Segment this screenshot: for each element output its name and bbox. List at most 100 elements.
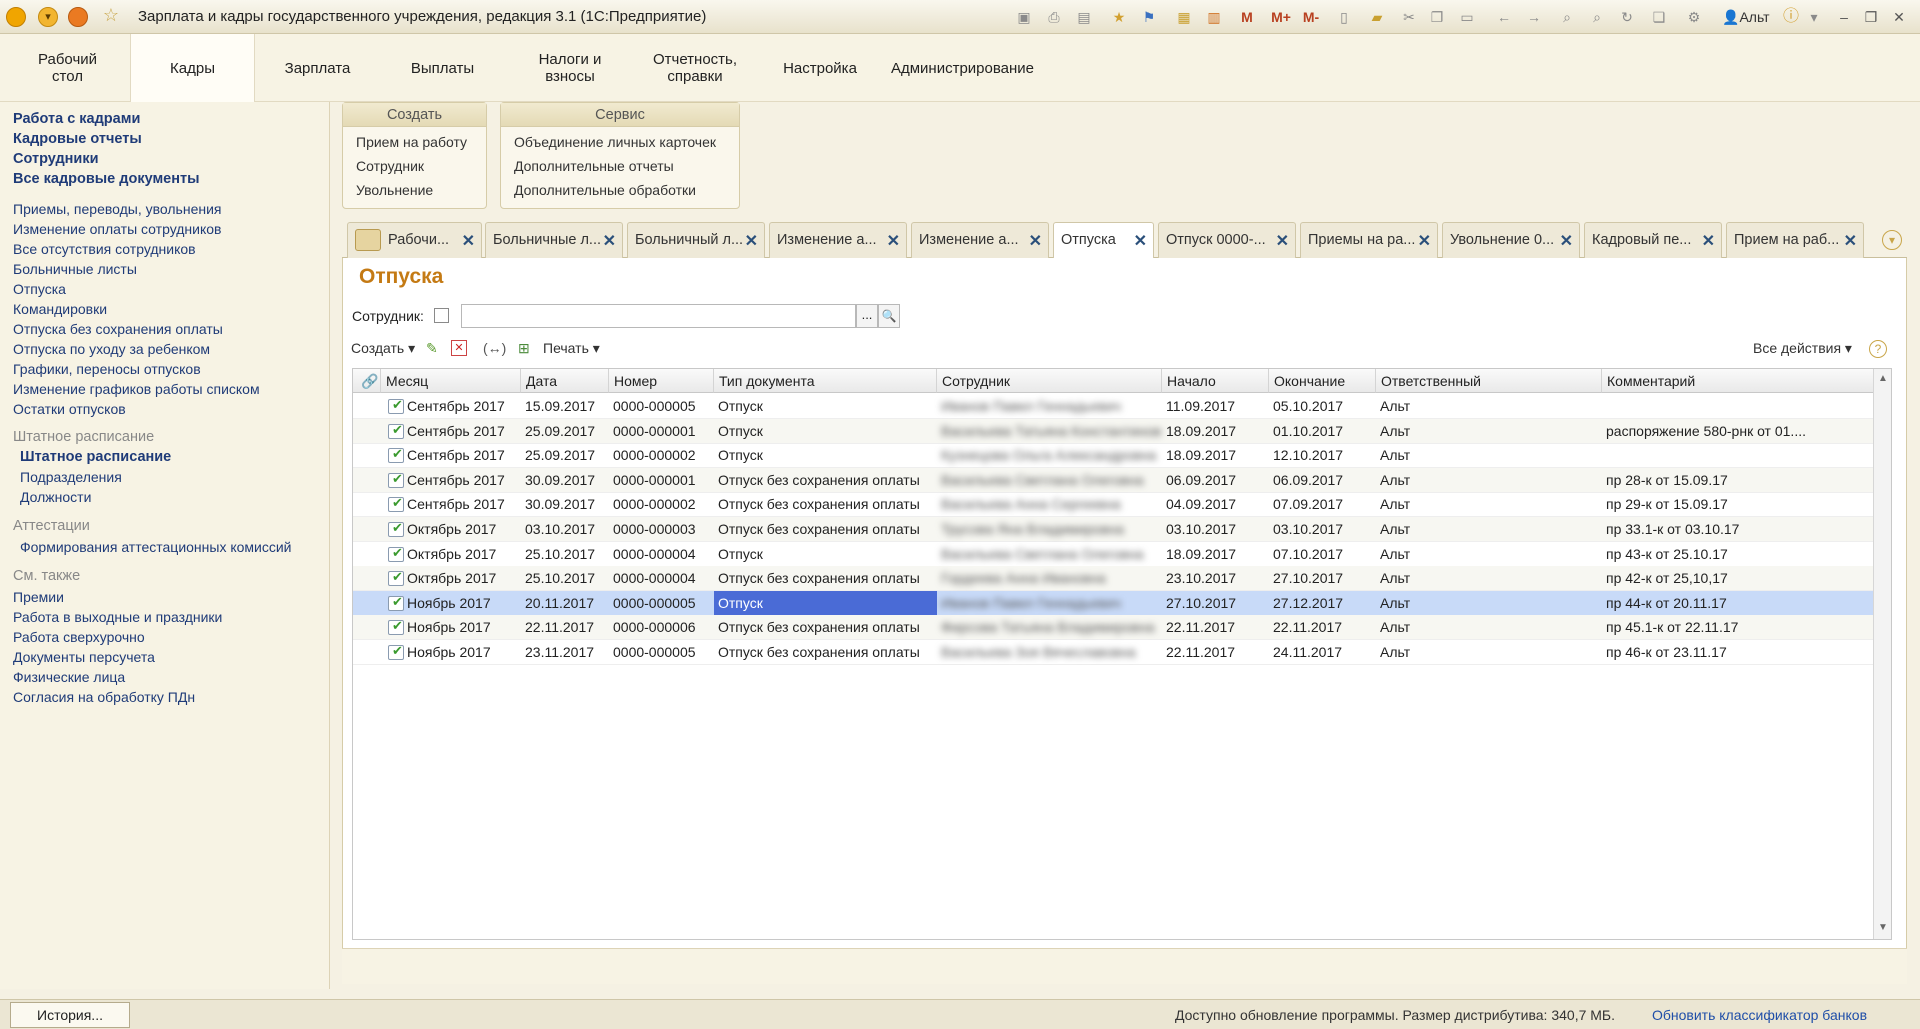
cell-date[interactable]: 25.10.2017 (521, 566, 609, 591)
vertical-scrollbar[interactable]: ▲ ▼ (1873, 369, 1891, 939)
nav-departments[interactable]: Подразделения (20, 469, 122, 485)
cell-month[interactable]: Сентябрь 2017 (403, 394, 521, 419)
cell-date[interactable]: 15.09.2017 (521, 394, 609, 419)
tab-desktop[interactable]: Рабочи... ✕ (347, 222, 482, 258)
nav-overtime[interactable]: Работа сверхурочно (13, 629, 145, 645)
table-row[interactable]: Октябрь 201703.10.20170000-000003Отпуск … (353, 517, 1875, 542)
close-tab-icon[interactable]: ✕ (603, 231, 616, 251)
cell-resp[interactable]: Альт (1376, 394, 1602, 419)
cell-month[interactable]: Сентябрь 2017 (403, 419, 521, 444)
table-row[interactable]: Сентябрь 201725.09.20170000-000001Отпуск… (353, 418, 1875, 444)
nav-absences[interactable]: Все отсутствия сотрудников (13, 241, 196, 257)
settings-icon[interactable]: ⚙ (1685, 8, 1703, 26)
cell-number[interactable]: 0000-000005 (609, 591, 714, 616)
cell-end[interactable]: 24.11.2017 (1269, 640, 1376, 665)
cell-employee[interactable]: Гордеева Анна Ивановна (937, 566, 1162, 591)
merge-cards-link[interactable]: Объединение личных карточек (514, 134, 716, 150)
section-taxes[interactable]: Налоги и взносы (515, 34, 625, 102)
print-icon[interactable]: ⎙ (1045, 8, 1063, 26)
search-next-icon[interactable]: ⌕ (1588, 8, 1606, 26)
cell-month[interactable]: Сентябрь 2017 (403, 443, 521, 468)
nav-individuals[interactable]: Физические лица (13, 669, 125, 685)
section-settings[interactable]: Настройка (765, 34, 875, 102)
nav-unpaid-leave[interactable]: Отпуска без сохранения оплаты (13, 321, 223, 337)
calendar-icon[interactable]: ▥ (1205, 8, 1223, 26)
cell-date[interactable]: 25.10.2017 (521, 542, 609, 567)
cell-comment[interactable] (1602, 443, 1875, 468)
employee-select-button[interactable]: ... (856, 304, 878, 328)
cell-start[interactable]: 04.09.2017 (1162, 492, 1269, 517)
nav-vacation-balance[interactable]: Остатки отпусков (13, 401, 126, 417)
cell-start[interactable]: 22.11.2017 (1162, 615, 1269, 640)
nav-business-trips[interactable]: Командировки (13, 301, 107, 317)
cell-employee[interactable]: Васильева Светлана Олеговна (937, 468, 1162, 493)
cell-employee[interactable]: Трусова Яна Владимировна (937, 517, 1162, 542)
update-bank-classifier-link[interactable]: Обновить классификатор банков (1652, 1007, 1867, 1023)
user-menu[interactable]: 👤Альт (1722, 8, 1772, 26)
cell-number[interactable]: 0000-000001 (609, 419, 714, 444)
close-tab-icon[interactable]: ✕ (1134, 231, 1147, 251)
close-tab-icon[interactable]: ✕ (1276, 231, 1289, 251)
nav-employees[interactable]: Сотрудники (13, 151, 99, 167)
edit-icon[interactable]: ✎ (426, 340, 438, 357)
nav-pay-change[interactable]: Изменение оплаты сотрудников (13, 221, 221, 237)
tab-dismissal[interactable]: Увольнение 0... ✕ (1442, 222, 1580, 258)
close-tab-icon[interactable]: ✕ (887, 231, 900, 251)
cell-start[interactable]: 18.09.2017 (1162, 542, 1269, 567)
column-doc-type[interactable]: Тип документа (714, 369, 937, 393)
tab-hr-transfer[interactable]: Кадровый пе... ✕ (1584, 222, 1722, 258)
cell-month[interactable]: Ноябрь 2017 (403, 640, 521, 665)
cell-comment[interactable]: пр 28-к от 15.09.17 (1602, 468, 1875, 493)
employee-filter-checkbox[interactable] (434, 308, 449, 323)
cell-number[interactable]: 0000-000002 (609, 443, 714, 468)
tab-change-2[interactable]: Изменение а... ✕ (911, 222, 1049, 258)
cut-icon[interactable]: ✂ (1400, 8, 1418, 26)
nav-weekend-work[interactable]: Работа в выходные и праздники (13, 609, 222, 625)
cell-number[interactable]: 0000-000004 (609, 566, 714, 591)
cell-resp[interactable]: Альт (1376, 419, 1602, 444)
attachment-column-icon[interactable]: 🔗 (353, 369, 381, 393)
cell-end[interactable]: 01.10.2017 (1269, 419, 1376, 444)
print-button[interactable]: Печать ▾ (543, 340, 600, 357)
nav-parental-leave[interactable]: Отпуска по уходу за ребенком (13, 341, 210, 357)
nav-hiring[interactable]: Приемы, переводы, увольнения (13, 201, 222, 217)
column-end[interactable]: Окончание (1269, 369, 1376, 393)
table-row[interactable]: Октябрь 201725.10.20170000-000004ОтпускВ… (353, 542, 1875, 567)
cell-start[interactable]: 11.09.2017 (1162, 394, 1269, 419)
cell-end[interactable]: 27.12.2017 (1269, 591, 1376, 616)
forward-icon[interactable]: → (1525, 8, 1543, 26)
cell-end[interactable]: 06.09.2017 (1269, 468, 1376, 493)
maximize-icon[interactable]: ❐ (1862, 8, 1880, 26)
cell-resp[interactable]: Альт (1376, 517, 1602, 542)
cell-type[interactable]: Отпуск без сохранения оплаты (714, 517, 937, 542)
app-logo-icon[interactable] (6, 7, 26, 27)
nav-schedule-change[interactable]: Изменение графиков работы списком (13, 381, 260, 397)
cell-comment[interactable]: пр 46-к от 23.11.17 (1602, 640, 1875, 665)
tab-vacation-doc[interactable]: Отпуск 0000-... ✕ (1158, 222, 1296, 258)
post-icon[interactable]: (↔) (483, 340, 506, 356)
nav-all-hr-docs[interactable]: Все кадровые документы (13, 171, 199, 187)
cell-type[interactable]: Отпуск без сохранения оплаты (714, 468, 937, 493)
cell-comment[interactable]: пр 45.1-к от 22.11.17 (1602, 615, 1875, 640)
section-hr[interactable]: Кадры (130, 34, 255, 102)
cell-resp[interactable]: Альт (1376, 492, 1602, 517)
preview-icon[interactable]: ▤ (1075, 8, 1093, 26)
cell-employee[interactable]: Кузнецова Ольга Александровна (937, 443, 1162, 468)
nav-staffing[interactable]: Штатное расписание (20, 449, 171, 465)
back-icon[interactable]: ← (1495, 8, 1513, 26)
nav-vacation-schedules[interactable]: Графики, переносы отпусков (13, 361, 201, 377)
employee-search-icon[interactable]: 🔍 (878, 304, 900, 328)
cell-date[interactable]: 30.09.2017 (521, 468, 609, 493)
cell-type[interactable]: Отпуск без сохранения оплаты (714, 640, 937, 665)
refresh-icon[interactable]: ↻ (1618, 8, 1636, 26)
table-row[interactable]: Ноябрь 201722.11.20170000-000006Отпуск б… (353, 615, 1875, 641)
minimize-icon[interactable]: – (1835, 8, 1853, 26)
cell-end[interactable]: 07.10.2017 (1269, 542, 1376, 567)
cell-date[interactable]: 03.10.2017 (521, 517, 609, 542)
cell-type[interactable]: Отпуск (714, 394, 937, 419)
cell-start[interactable]: 27.10.2017 (1162, 591, 1269, 616)
section-desktop[interactable]: Рабочий стол (10, 34, 125, 102)
copy-icon[interactable]: ❐ (1428, 8, 1446, 26)
cell-number[interactable]: 0000-000006 (609, 615, 714, 640)
cell-start[interactable]: 18.09.2017 (1162, 443, 1269, 468)
